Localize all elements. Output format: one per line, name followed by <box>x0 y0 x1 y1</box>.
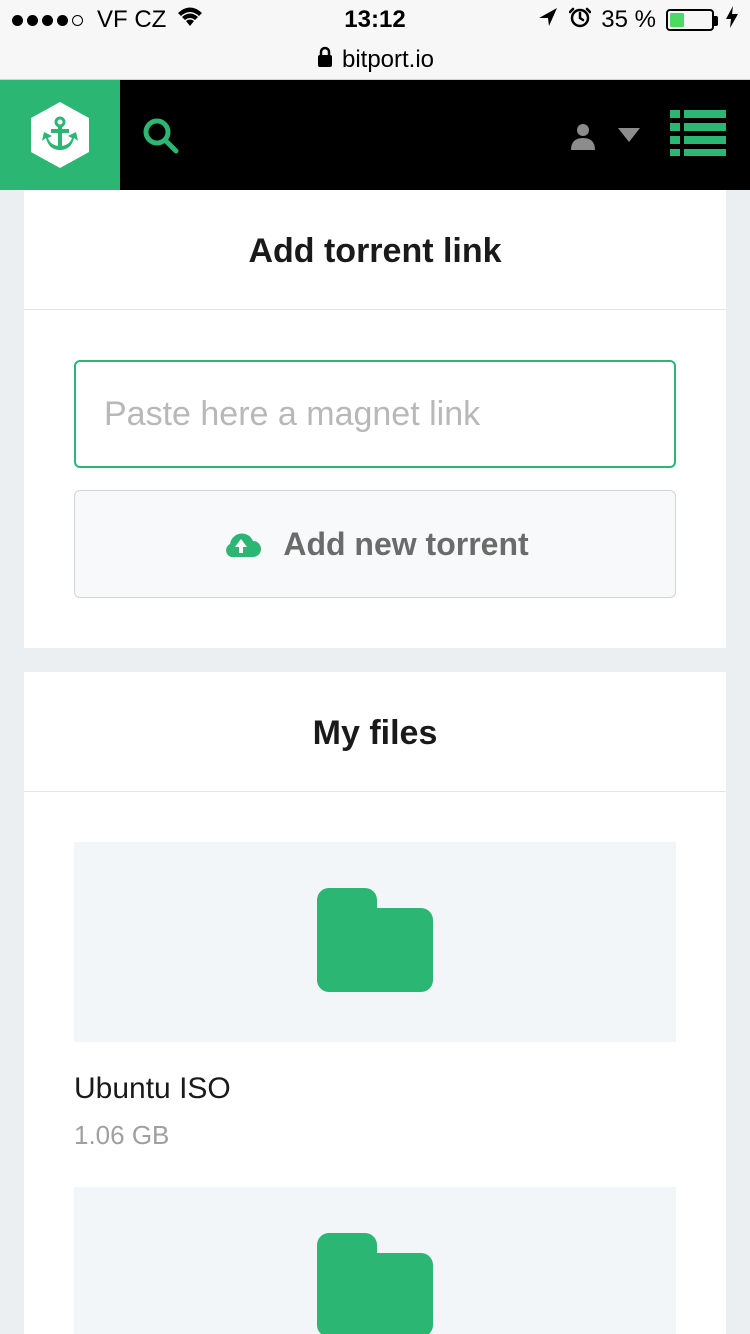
app-nav-bar <box>0 80 750 190</box>
cloud-upload-icon <box>221 529 261 559</box>
user-icon <box>568 120 598 150</box>
url-domain-label: bitport.io <box>342 46 434 74</box>
alarm-icon <box>569 6 591 35</box>
battery-icon <box>666 9 714 31</box>
lock-icon <box>316 46 334 74</box>
status-left: VF CZ <box>12 6 204 35</box>
folder-icon <box>305 882 445 1002</box>
app-logo[interactable] <box>0 80 120 190</box>
add-torrent-button-label: Add new torrent <box>283 526 528 563</box>
file-item[interactable]: Ubuntu ISO 1.06 GB <box>74 842 676 1151</box>
browser-url-bar[interactable]: bitport.io <box>0 40 750 80</box>
my-files-title: My files <box>24 672 726 792</box>
file-thumbnail <box>74 842 676 1042</box>
ios-status-bar: VF CZ 13:12 35 % <box>0 0 750 40</box>
search-icon <box>140 115 180 155</box>
location-icon <box>537 6 559 35</box>
my-files-card: My files Ubuntu ISO 1.06 GB <box>24 672 726 1334</box>
add-torrent-title: Add torrent link <box>24 190 726 310</box>
status-right: 35 % <box>537 6 738 35</box>
file-name-label: Ubuntu ISO <box>74 1072 676 1106</box>
list-view-button[interactable] <box>670 110 726 161</box>
file-item[interactable] <box>74 1187 676 1334</box>
file-thumbnail <box>74 1187 676 1334</box>
search-button[interactable] <box>120 115 200 155</box>
add-torrent-card: Add torrent link Add new torrent <box>24 190 726 648</box>
wifi-icon <box>176 6 204 35</box>
magnet-link-input[interactable] <box>74 360 676 468</box>
carrier-label: VF CZ <box>97 6 166 34</box>
chevron-down-icon <box>618 128 640 142</box>
file-size-label: 1.06 GB <box>74 1120 676 1151</box>
clock-label: 13:12 <box>344 6 405 34</box>
list-icon <box>670 110 726 156</box>
add-torrent-button[interactable]: Add new torrent <box>74 490 676 598</box>
user-menu[interactable] <box>568 120 640 150</box>
charging-icon <box>726 6 738 34</box>
page-content: Add torrent link Add new torrent My file… <box>0 190 750 1334</box>
signal-strength-icon <box>12 15 83 26</box>
folder-icon <box>305 1227 445 1334</box>
battery-percent-label: 35 % <box>601 6 656 34</box>
